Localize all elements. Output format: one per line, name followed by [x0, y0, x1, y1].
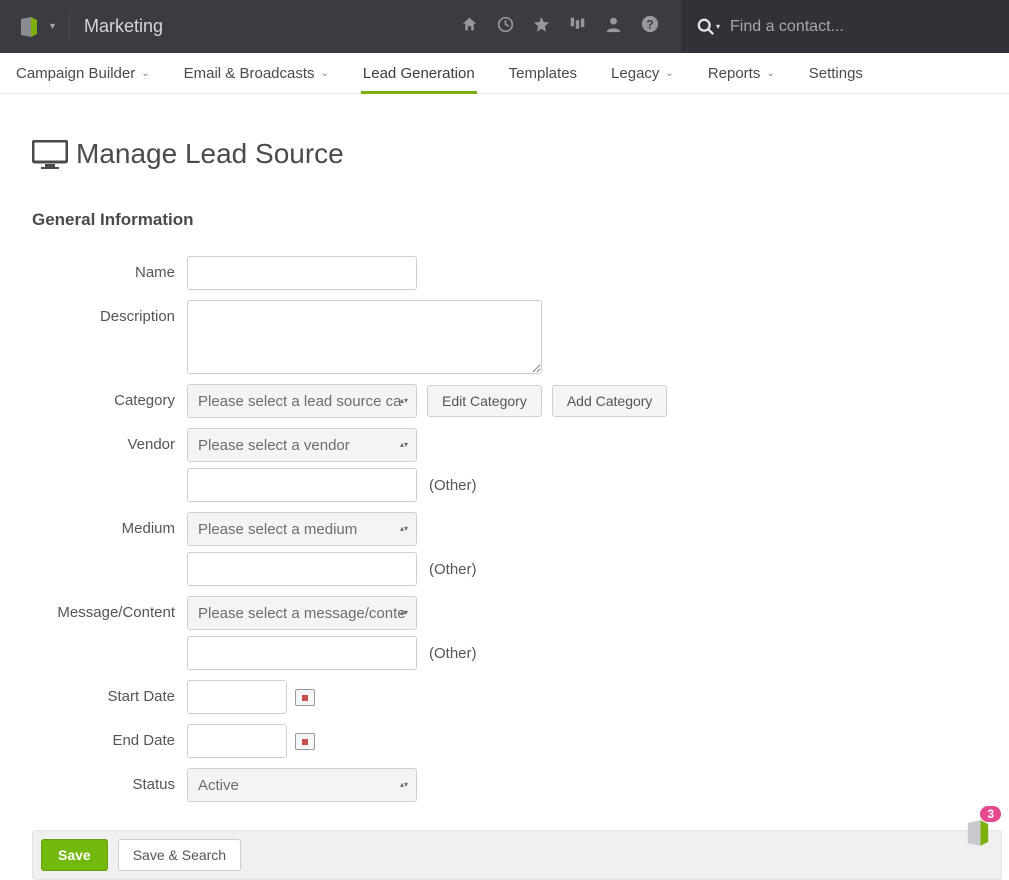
clock-icon[interactable] [497, 16, 514, 38]
svg-text:?: ? [646, 19, 653, 32]
save-search-button[interactable]: Save & Search [118, 839, 241, 871]
label-message: Message/Content [32, 596, 187, 621]
calendar-icon[interactable] [295, 689, 315, 706]
star-icon[interactable] [533, 16, 550, 38]
user-icon[interactable] [605, 16, 622, 38]
nav-templates[interactable]: Templates [509, 53, 577, 93]
nav-label: Lead Generation [363, 65, 475, 82]
category-select[interactable]: Please select a lead source ca ▴▾ [187, 384, 417, 418]
grid-icon[interactable] [569, 16, 586, 38]
description-textarea[interactable] [187, 300, 542, 374]
message-select[interactable]: Please select a message/conte ▴▾ [187, 596, 417, 630]
medium-select[interactable]: Please select a medium ▴▾ [187, 512, 417, 546]
vendor-select[interactable]: Please select a vendor ▴▾ [187, 428, 417, 462]
label-category: Category [32, 384, 187, 409]
nav-campaign-builder[interactable]: Campaign Builder ⌄ [16, 53, 150, 93]
edit-category-button[interactable]: Edit Category [427, 385, 542, 417]
label-name: Name [32, 256, 187, 281]
chevron-down-icon: ⌄ [321, 68, 329, 79]
chevron-down-icon: ▾ [716, 22, 720, 31]
help-icon[interactable]: ? [641, 15, 659, 38]
search-icon[interactable]: ▾ [697, 18, 720, 36]
select-value: Please select a medium [198, 521, 357, 538]
nav-lead-generation[interactable]: Lead Generation [363, 53, 475, 93]
global-search[interactable]: ▾ [681, 0, 1009, 53]
label-end-date: End Date [32, 724, 187, 749]
label-status: Status [32, 768, 187, 793]
help-widget[interactable]: 3 [961, 816, 995, 850]
nav-settings[interactable]: Settings [809, 53, 863, 93]
nav-label: Settings [809, 65, 863, 82]
monitor-icon [32, 140, 68, 168]
nav-reports[interactable]: Reports ⌄ [708, 53, 775, 93]
name-input[interactable] [187, 256, 417, 290]
section-title: General Information [32, 210, 977, 230]
chevron-down-icon: ▾ [50, 21, 55, 32]
subnav: Campaign Builder ⌄ Email & Broadcasts ⌄ … [0, 53, 1009, 94]
updown-icon: ▴▾ [400, 442, 408, 448]
updown-icon: ▴▾ [400, 610, 408, 616]
footer-bar: Save Save & Search [32, 830, 1002, 880]
nav-label: Email & Broadcasts [184, 65, 315, 82]
updown-icon: ▴▾ [400, 782, 408, 788]
chevron-down-icon: ⌄ [141, 68, 149, 79]
save-button[interactable]: Save [41, 839, 108, 871]
page-title-row: Manage Lead Source [32, 138, 977, 170]
vendor-other-input[interactable] [187, 468, 417, 502]
medium-other-label: (Other) [427, 561, 477, 578]
search-input[interactable] [730, 18, 993, 36]
nav-legacy[interactable]: Legacy ⌄ [611, 53, 674, 93]
start-date-input[interactable] [187, 680, 287, 714]
home-icon[interactable] [461, 16, 478, 38]
message-other-input[interactable] [187, 636, 417, 670]
nav-email-broadcasts[interactable]: Email & Broadcasts ⌄ [184, 53, 329, 93]
divider [69, 13, 70, 41]
page-title: Manage Lead Source [76, 138, 344, 170]
end-date-input[interactable] [187, 724, 287, 758]
label-vendor: Vendor [32, 428, 187, 453]
nav-label: Reports [708, 65, 761, 82]
select-value: Please select a lead source ca [198, 393, 401, 410]
nav-label: Legacy [611, 65, 659, 82]
widget-badge: 3 [980, 806, 1001, 822]
message-other-label: (Other) [427, 645, 477, 662]
page-content: Manage Lead Source General Information N… [0, 94, 1009, 880]
updown-icon: ▴▾ [400, 398, 408, 404]
topbar-icons: ? [461, 15, 681, 38]
add-category-button[interactable]: Add Category [552, 385, 668, 417]
calendar-icon[interactable] [295, 733, 315, 750]
label-start-date: Start Date [32, 680, 187, 705]
app-title: Marketing [84, 16, 163, 37]
chevron-down-icon: ⌄ [766, 68, 774, 79]
status-select[interactable]: Active ▴▾ [187, 768, 417, 802]
topbar: ▾ Marketing ? ▾ [0, 0, 1009, 53]
medium-other-input[interactable] [187, 552, 417, 586]
select-value: Active [198, 777, 239, 794]
nav-label: Templates [509, 65, 577, 82]
nav-label: Campaign Builder [16, 65, 135, 82]
label-medium: Medium [32, 512, 187, 537]
select-value: Please select a vendor [198, 437, 350, 454]
app-switcher[interactable]: ▾ [18, 16, 55, 38]
app-logo-icon [18, 16, 40, 38]
updown-icon: ▴▾ [400, 526, 408, 532]
vendor-other-label: (Other) [427, 477, 477, 494]
chevron-down-icon: ⌄ [665, 68, 673, 79]
select-value: Please select a message/conte [198, 605, 406, 622]
label-description: Description [32, 300, 187, 325]
